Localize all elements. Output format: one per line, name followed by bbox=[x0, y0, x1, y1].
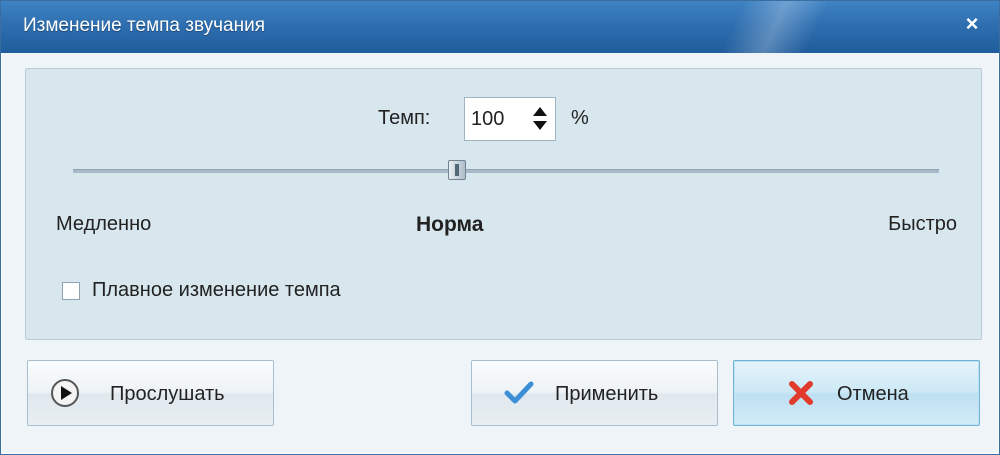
dialog-body: Темп: 100 % Медленно Норма Быстро Плавно… bbox=[2, 53, 998, 453]
checkmark-icon bbox=[504, 381, 534, 404]
listen-button-label: Прослушать bbox=[110, 383, 225, 405]
slider-label-fast: Быстро bbox=[888, 213, 957, 235]
tempo-label: Темп: bbox=[378, 107, 431, 129]
title-bar[interactable]: Изменение темпа звучания × bbox=[1, 1, 999, 53]
cancel-button-label: Отмена bbox=[837, 383, 909, 405]
spin-down-arrow-icon[interactable] bbox=[533, 121, 547, 130]
title-bar-gloss bbox=[659, 1, 919, 53]
slider-label-slow: Медленно bbox=[56, 213, 152, 235]
tempo-unit: % bbox=[571, 107, 589, 129]
apply-button[interactable]: Применить bbox=[471, 360, 718, 426]
tempo-settings-panel: Темп: 100 % Медленно Норма Быстро Плавно… bbox=[25, 68, 982, 340]
tempo-slider-thumb[interactable] bbox=[448, 160, 466, 180]
tempo-value[interactable]: 100 bbox=[471, 108, 504, 131]
slider-label-normal: Норма bbox=[416, 213, 484, 236]
smooth-change-checkbox[interactable] bbox=[62, 282, 80, 300]
cancel-button[interactable]: Отмена bbox=[733, 360, 980, 426]
window-title: Изменение темпа звучания bbox=[23, 15, 266, 36]
tempo-dialog: Изменение темпа звучания × Темп: 100 % М… bbox=[0, 0, 1000, 455]
play-icon bbox=[51, 379, 79, 407]
close-icon[interactable]: × bbox=[959, 11, 985, 37]
apply-button-label: Применить bbox=[555, 383, 659, 405]
tempo-spinbox[interactable]: 100 bbox=[464, 97, 556, 141]
red-x-icon bbox=[789, 381, 813, 405]
spin-up-arrow-icon[interactable] bbox=[533, 107, 547, 116]
smooth-change-label[interactable]: Плавное изменение темпа bbox=[92, 279, 341, 302]
tempo-slider-track[interactable] bbox=[73, 169, 939, 173]
listen-button[interactable]: Прослушать bbox=[27, 360, 274, 426]
